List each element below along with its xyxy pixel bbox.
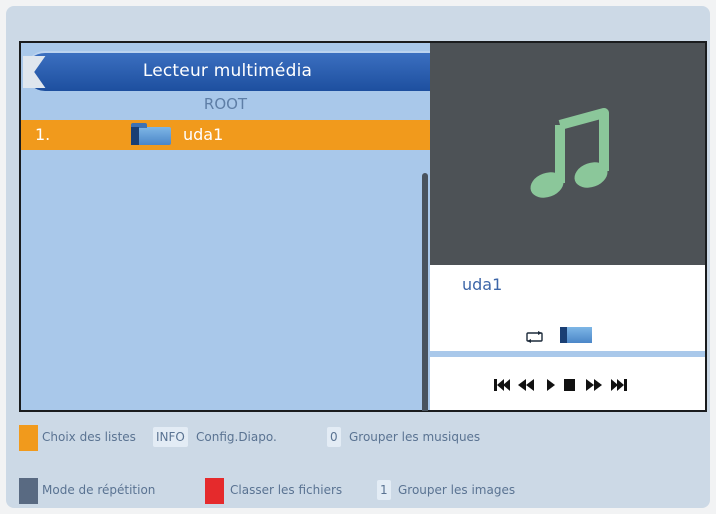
preview-area: [430, 43, 705, 265]
legend-info-label: Config.Diapo.: [196, 430, 277, 444]
list-item-name: uda1: [183, 125, 224, 144]
info-key-badge: INFO: [153, 427, 188, 447]
legend-one-label: Grouper les images: [398, 483, 516, 497]
music-note-icon: [530, 108, 609, 198]
current-folder-label: ROOT: [203, 95, 248, 113]
selected-file-name: uda1: [462, 275, 503, 294]
skip-previous-icon[interactable]: [494, 379, 510, 391]
legend-choix-label: Choix des listes: [42, 430, 136, 444]
divider: [430, 351, 705, 357]
legend-row-2: Mode de répétition Classer les fichiers …: [19, 478, 699, 504]
rewind-icon[interactable]: [518, 379, 534, 391]
orange-key-swatch: [19, 425, 38, 451]
zero-key-badge: 0: [327, 427, 341, 447]
red-key-swatch: [205, 478, 224, 504]
list-item-index: 1.: [35, 125, 51, 144]
title-bar: Lecteur multimédia: [23, 51, 430, 91]
blue-key-swatch: [19, 478, 38, 504]
page-title: Lecteur multimédia: [142, 61, 313, 81]
one-key-badge: 1: [377, 480, 391, 500]
file-info-area: uda1: [430, 265, 705, 410]
folder-icon: [560, 327, 592, 343]
stop-icon[interactable]: [564, 379, 575, 391]
list-item-selected[interactable]: 1. uda1: [21, 120, 430, 150]
legend-zero-label: Grouper les musiques: [349, 430, 481, 444]
legend-classer-label: Classer les fichiers: [230, 483, 343, 497]
fast-forward-icon[interactable]: [586, 379, 602, 391]
play-icon[interactable]: [547, 379, 555, 391]
skip-next-icon[interactable]: [611, 379, 627, 391]
legend-row-1: Choix des listes INFO Config.Diapo. 0 Gr…: [19, 425, 699, 451]
scrollbar[interactable]: [422, 173, 428, 411]
folder-icon: [131, 123, 171, 145]
file-browser-panel: Lecteur multimédia ROOT 1. uda1: [21, 43, 430, 411]
legend-mode-label: Mode de répétition: [42, 483, 156, 497]
preview-panel: uda1: [430, 43, 705, 410]
transport-controls: [494, 379, 627, 391]
repeat-icon: [526, 331, 543, 343]
media-player-window: Lecteur multimédia ROOT 1. uda1 uda1: [19, 41, 707, 412]
